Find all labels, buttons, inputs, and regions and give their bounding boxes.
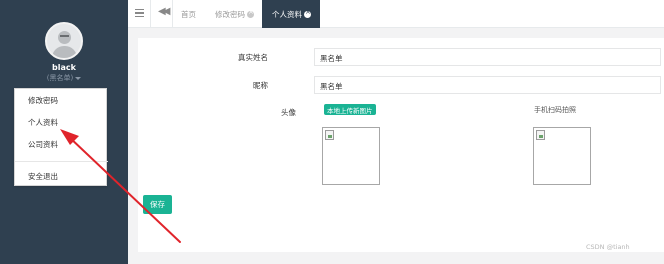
save-button[interactable]: 保存	[143, 195, 172, 214]
qr-photo-label: 手机扫码拍照	[534, 106, 576, 114]
tab-bar	[128, 0, 664, 28]
broken-image-icon	[325, 130, 334, 140]
avatar-body	[52, 46, 77, 58]
avatar[interactable]	[45, 22, 83, 60]
real-name-label: 真实姓名	[238, 53, 268, 62]
menu-item-logout[interactable]: 安全退出	[15, 171, 108, 182]
tab-label: 修改密码	[215, 10, 245, 19]
menu-item-profile[interactable]: 个人资料	[15, 117, 108, 128]
tab-change-password[interactable]: 修改密码	[215, 8, 254, 20]
scroll-left-icon[interactable]: ◀◀	[158, 6, 171, 17]
qr-code-image	[533, 127, 591, 185]
tab-bar-divider	[172, 0, 173, 28]
menu-toggle-icon[interactable]	[135, 9, 144, 17]
menu-item-change-password[interactable]: 修改密码	[15, 95, 108, 106]
avatar-label: 头像	[281, 108, 296, 117]
tab-home[interactable]: 首页	[181, 9, 196, 20]
sidebar: black (黑名单) 修改密码 个人资料 公司资料 安全退出	[0, 0, 128, 264]
user-role-toggle[interactable]: (黑名单)	[0, 73, 128, 83]
user-dropdown-menu: 修改密码 个人资料 公司资料 安全退出	[14, 88, 108, 186]
avatar-head	[58, 31, 71, 44]
chevron-down-icon	[75, 76, 82, 80]
avatar-eyes	[60, 35, 69, 37]
avatar-preview-image	[322, 127, 380, 185]
app-window: black (黑名单) 修改密码 个人资料 公司资料 安全退出 ◀◀ 首页 修改…	[0, 0, 664, 264]
broken-image-icon	[536, 130, 545, 140]
menu-item-company-profile[interactable]: 公司资料	[15, 139, 108, 150]
close-icon[interactable]	[304, 8, 311, 18]
username[interactable]: black	[0, 63, 128, 72]
nickname-input[interactable]: 黑名单	[314, 76, 661, 94]
tab-label: 个人资料	[272, 10, 302, 19]
watermark: CSDN @tianh	[586, 243, 630, 251]
tab-bar-divider	[150, 0, 151, 28]
tab-profile[interactable]: 个人资料	[262, 0, 320, 28]
upload-image-button[interactable]: 本地上传新图片	[324, 104, 376, 115]
nickname-label: 昵称	[253, 81, 268, 90]
close-icon[interactable]	[247, 8, 254, 18]
menu-divider	[15, 161, 108, 162]
user-role-label: (黑名单)	[46, 74, 74, 82]
real-name-input[interactable]: 黑名单	[314, 48, 661, 66]
